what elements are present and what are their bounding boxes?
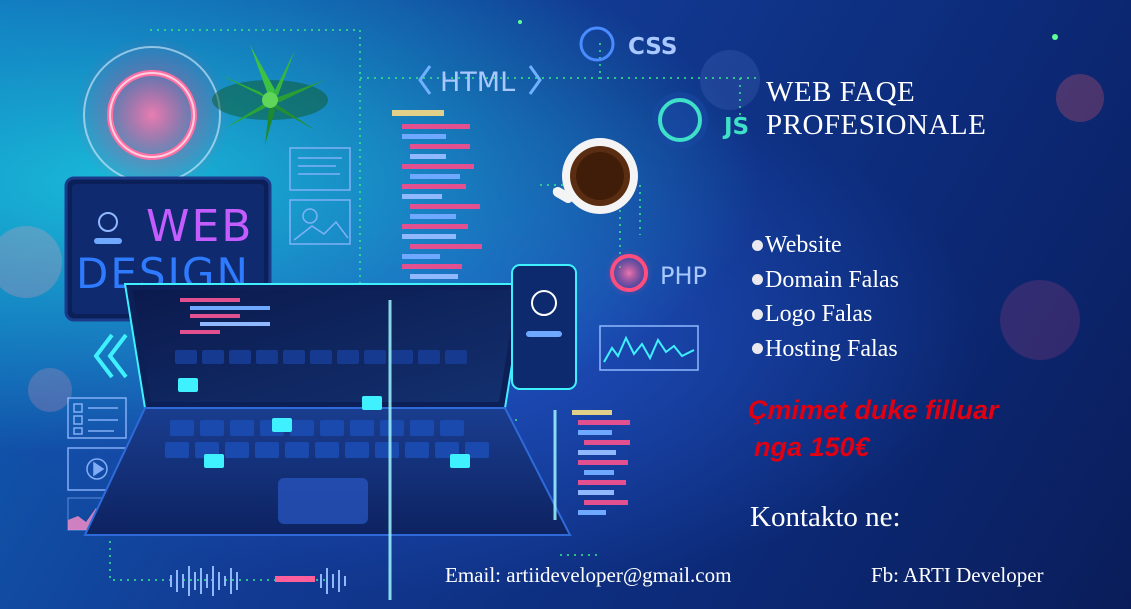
email-text: Email: artiideveloper@gmail.com bbox=[445, 563, 732, 587]
sparkle-dot bbox=[518, 20, 522, 24]
sparkle-dot bbox=[1052, 34, 1058, 40]
css-ring-icon bbox=[579, 26, 615, 62]
price-line1: Çmimet duke filluar bbox=[748, 395, 999, 425]
headline: WEB FAQE PROFESIONALE bbox=[766, 76, 986, 142]
tablet-web-text: WEB bbox=[146, 201, 254, 252]
feature-item: Domain Falas bbox=[752, 263, 899, 298]
contact-heading: Kontakto ne: bbox=[750, 501, 901, 533]
code-column-right bbox=[572, 410, 630, 515]
document-icon bbox=[289, 147, 351, 191]
bokeh-circle bbox=[0, 226, 62, 298]
bullet-icon bbox=[752, 343, 763, 355]
bokeh-circle bbox=[1056, 74, 1104, 122]
html-label: HTML bbox=[440, 67, 515, 98]
js-label: JS bbox=[722, 114, 749, 140]
keyboard-keys bbox=[175, 350, 467, 364]
php-ring-icon bbox=[605, 249, 653, 297]
feature-item: Website bbox=[752, 228, 899, 263]
feature-item: Logo Falas bbox=[752, 297, 899, 332]
bullet-icon bbox=[752, 308, 763, 320]
wave-chart-icon bbox=[599, 325, 699, 371]
trackpad bbox=[278, 478, 368, 524]
keyboard bbox=[178, 376, 478, 394]
bullet-icon bbox=[752, 239, 763, 251]
bokeh-circle bbox=[1000, 280, 1080, 360]
feature-item: Hosting Falas bbox=[752, 332, 899, 367]
headline-line2: PROFESIONALE bbox=[766, 109, 987, 141]
bullet-icon bbox=[752, 274, 763, 286]
feature-list: Website Domain Falas Logo Falas Hosting … bbox=[752, 228, 899, 366]
laptop bbox=[83, 283, 572, 600]
js-ring-icon bbox=[652, 92, 708, 148]
glow-ring-halo bbox=[74, 37, 230, 193]
coffee-cup-icon bbox=[552, 138, 638, 214]
plant-icon bbox=[212, 45, 328, 145]
bokeh-circle bbox=[700, 50, 760, 110]
phone bbox=[511, 264, 577, 390]
bokeh-circle bbox=[28, 368, 72, 412]
facebook-text: Fb: ARTI Developer bbox=[871, 563, 1044, 587]
chevrons-left-icon bbox=[93, 333, 128, 379]
checklist-icon bbox=[67, 397, 127, 439]
image-icon bbox=[289, 199, 351, 245]
price-text: Çmimet duke filluar nga 150€ bbox=[748, 392, 999, 466]
ad-banner: WEB DESIGN HTML CSS JS PHP WEB FAQE PROF… bbox=[0, 0, 1131, 609]
css-label: CSS bbox=[628, 34, 677, 60]
php-label: PHP bbox=[660, 262, 707, 290]
equalizer-icon bbox=[170, 566, 346, 596]
price-line2: nga 150€ bbox=[754, 432, 870, 462]
headline-line1: WEB FAQE bbox=[766, 76, 916, 108]
